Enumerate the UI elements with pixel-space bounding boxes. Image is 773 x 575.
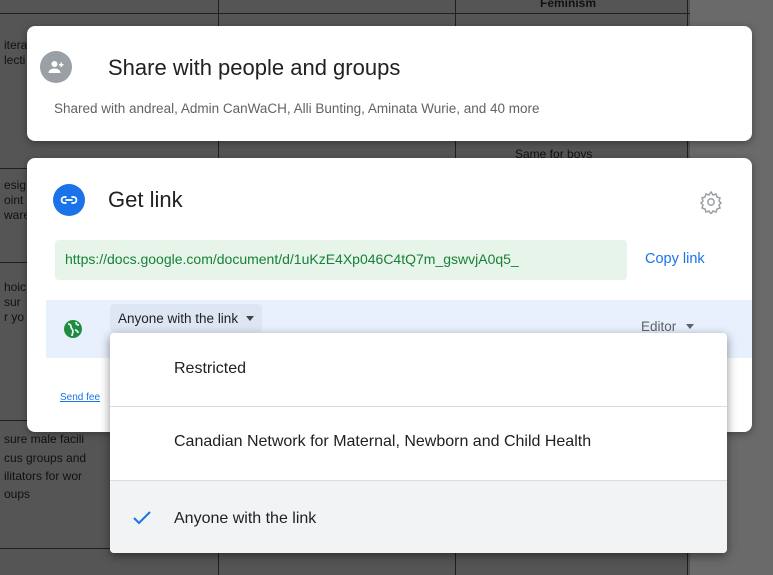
link-access-dropdown[interactable]: Anyone with the link <box>110 304 263 332</box>
share-people-card[interactable] <box>27 26 752 141</box>
bg-text: hoic <box>4 280 27 294</box>
share-title: Share with people and groups <box>108 55 401 80</box>
bg-text: r yo <box>4 310 25 324</box>
menu-item-label: Anyone with the link <box>174 510 317 527</box>
menu-item-restricted[interactable]: Restricted <box>110 333 727 406</box>
link-access-menu: Restricted Canadian Network for Maternal… <box>110 333 727 553</box>
checkmark-icon <box>132 510 152 526</box>
link-url-field[interactable]: https://docs.google.com/document/d/1uKzE… <box>55 240 627 280</box>
person-add-icon <box>40 51 72 83</box>
bg-text: itera <box>4 38 28 52</box>
get-link-title: Get link <box>108 187 183 212</box>
link-url-text: https://docs.google.com/document/d/1uKzE… <box>65 251 519 267</box>
caret-down-icon <box>686 324 695 329</box>
copy-link-button[interactable]: Copy link <box>645 251 705 267</box>
role-label: Editor <box>641 319 677 334</box>
caret-down-icon <box>246 315 255 321</box>
bg-text: oint <box>4 193 24 207</box>
role-dropdown[interactable]: Editor <box>641 319 695 334</box>
gear-icon[interactable] <box>699 190 723 216</box>
link-icon <box>53 184 85 216</box>
bg-text: Feminism <box>540 0 597 10</box>
bg-text: cus groups and <box>4 451 87 465</box>
send-feedback-link[interactable]: Send fee <box>60 392 100 403</box>
bg-text: esig <box>4 178 27 192</box>
globe-icon <box>62 318 84 340</box>
menu-item-label: Canadian Network for Maternal, Newborn a… <box>174 433 592 450</box>
bg-text: sur <box>4 295 21 309</box>
bg-text: ilitators for wor <box>4 469 83 483</box>
menu-item-anyone-with-link[interactable]: Anyone with the link <box>110 481 727 553</box>
bg-text: oups <box>4 487 31 501</box>
menu-item-organization[interactable]: Canadian Network for Maternal, Newborn a… <box>110 407 727 480</box>
menu-item-label: Restricted <box>174 360 247 377</box>
link-access-label: Anyone with the link <box>118 310 239 326</box>
table-row-line <box>0 13 690 14</box>
shared-with-summary[interactable]: Shared with andreal, Admin CanWaCH, Alli… <box>54 101 540 116</box>
bg-text: sure male facili <box>4 432 85 446</box>
bg-text: lecti <box>4 53 26 67</box>
